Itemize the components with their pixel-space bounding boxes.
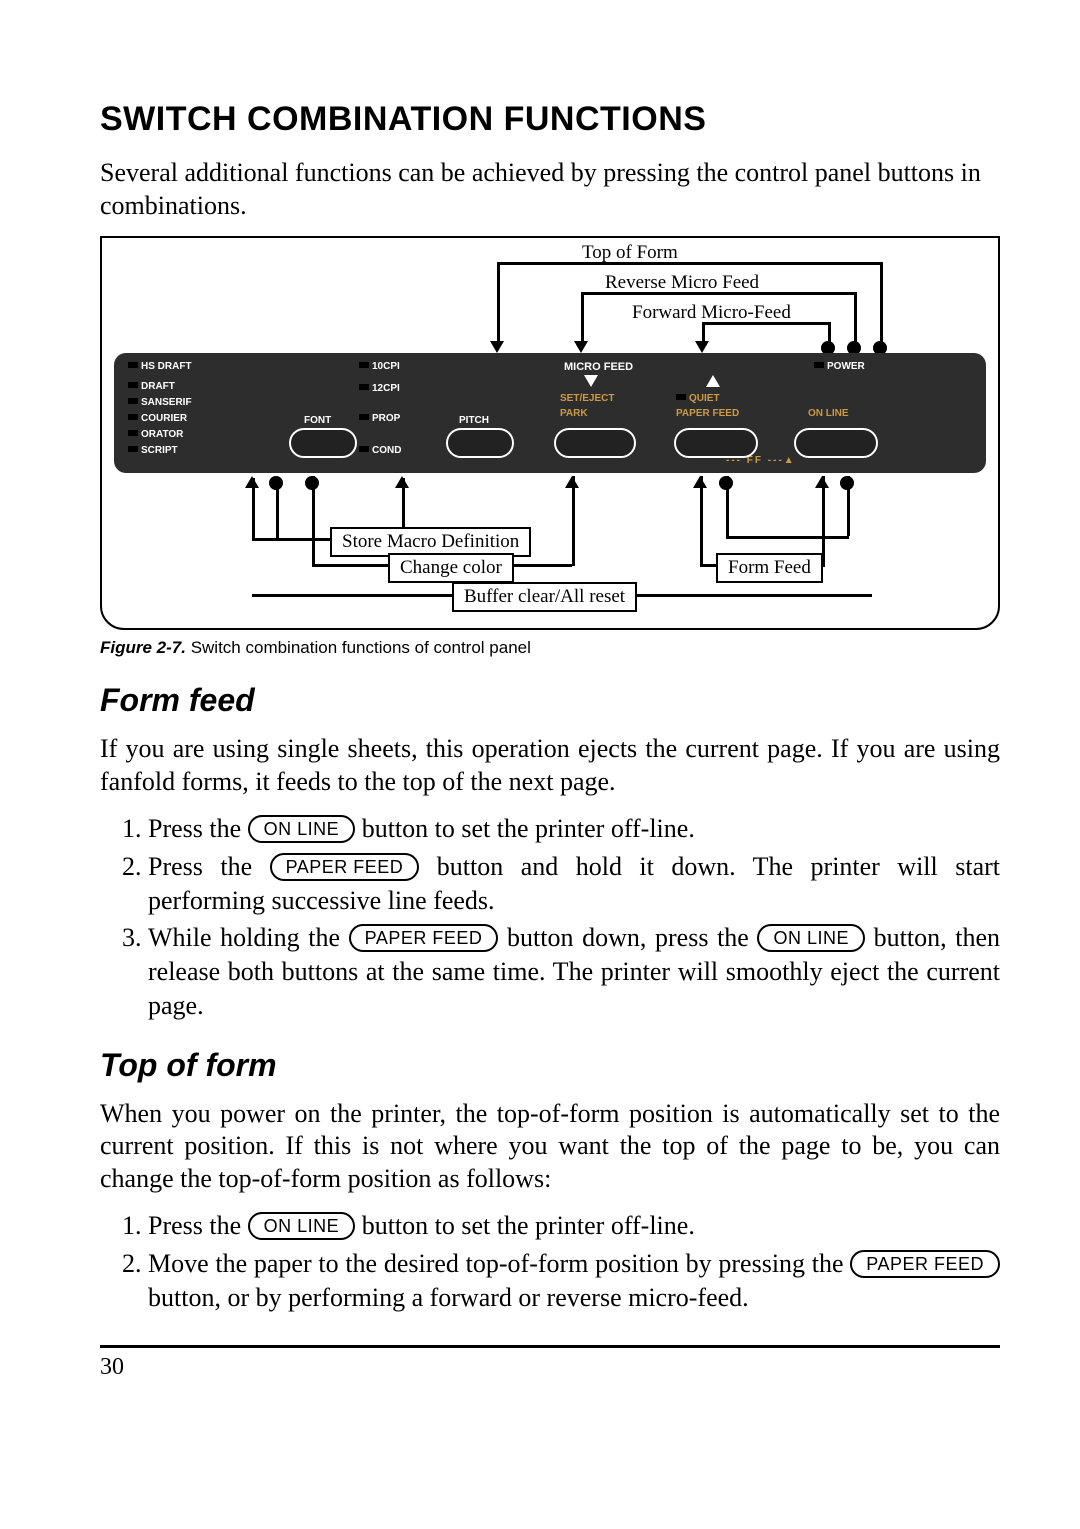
document-page: SWITCH COMBINATION FUNCTIONS Several add… xyxy=(0,0,1080,1529)
top-of-form-intro: When you power on the printer, the top-o… xyxy=(100,1098,1000,1196)
panel-pitch-button xyxy=(446,428,514,458)
label-forward-micro: Forward Micro-Feed xyxy=(632,302,791,324)
form-feed-intro: If you are using single sheets, this ope… xyxy=(100,733,1000,798)
figure-2-7: Top of Form Reverse Micro Feed Forward M… xyxy=(100,236,1000,630)
panel-set-eject-button xyxy=(554,428,636,458)
panel-paper-feed-button xyxy=(674,428,758,458)
footer-rule xyxy=(100,1345,1000,1348)
main-heading: SWITCH COMBINATION FUNCTIONS xyxy=(100,100,1000,139)
top-of-form-steps: Press the ON LINE button to set the prin… xyxy=(100,1209,1000,1314)
list-item: While holding the PAPER FEED button down… xyxy=(148,921,1000,1022)
online-button-pill: ON LINE xyxy=(757,924,865,952)
label-form-feed: Form Feed xyxy=(716,553,823,583)
list-item: Press the PAPER FEED button and hold it … xyxy=(148,850,1000,918)
label-buffer-reset: Buffer clear/All reset xyxy=(452,582,637,612)
label-change-color: Change color xyxy=(388,553,514,583)
page-number: 30 xyxy=(100,1354,1000,1381)
online-button-pill: ON LINE xyxy=(248,815,356,843)
panel-font-button xyxy=(289,428,357,458)
figure-caption: Figure 2-7. Switch combination functions… xyxy=(100,638,1000,658)
list-item: Press the ON LINE button to set the prin… xyxy=(148,1209,1000,1243)
panel-online-button xyxy=(794,428,878,458)
list-item: Move the paper to the desired top-of-for… xyxy=(148,1247,1000,1315)
paperfeed-button-pill: PAPER FEED xyxy=(270,853,420,881)
form-feed-steps: Press the ON LINE button to set the prin… xyxy=(100,812,1000,1023)
paperfeed-button-pill: PAPER FEED xyxy=(850,1250,1000,1278)
online-button-pill: ON LINE xyxy=(248,1212,356,1240)
list-item: Press the ON LINE button to set the prin… xyxy=(148,812,1000,846)
control-panel: HS DRAFT DRAFT SANSERIF COURIER ORATOR S… xyxy=(114,353,986,473)
heading-top-of-form: Top of form xyxy=(100,1047,1000,1084)
intro-paragraph: Several additional functions can be achi… xyxy=(100,157,1000,222)
label-reverse-micro: Reverse Micro Feed xyxy=(605,272,759,294)
heading-form-feed: Form feed xyxy=(100,682,1000,719)
paperfeed-button-pill: PAPER FEED xyxy=(349,924,499,952)
label-top-of-form: Top of Form xyxy=(582,242,678,264)
